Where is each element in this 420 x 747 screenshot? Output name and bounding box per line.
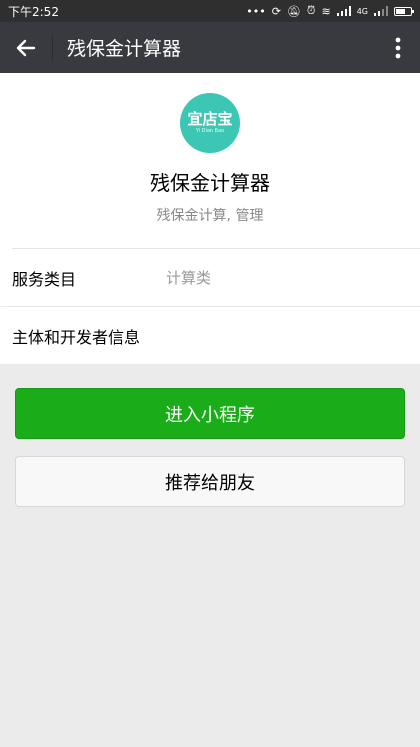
more-button[interactable]	[376, 22, 420, 73]
signal-icon	[336, 6, 351, 16]
recommend-to-friend-button[interactable]: 推荐给朋友	[15, 456, 405, 507]
app-name: 残保金计算器	[150, 171, 270, 195]
signal-icon	[374, 6, 388, 16]
developer-info-label: 主体和开发者信息	[12, 327, 141, 347]
4g-icon: 4G	[356, 6, 368, 16]
status-time: 下午2:52	[8, 4, 59, 19]
status-bar: 下午2:52 ••• ⟳ 🔕︎ ⏰︎ ≋ 4G	[0, 0, 420, 22]
service-category-value: 计算类	[166, 269, 212, 287]
app-profile: 宜店宝 Yi Dian Bao 残保金计算器 残保金计算, 管理	[0, 73, 420, 249]
status-icons: ••• ⟳ 🔕︎ ⏰︎ ≋ 4G	[246, 4, 414, 18]
mute-icon: 🔕︎	[286, 4, 301, 18]
nav-bar: 残保金计算器	[0, 22, 420, 73]
logo-subtext: Yi Dian Bao	[195, 128, 225, 134]
alarm-icon: ⏰︎	[306, 4, 316, 17]
more-vertical-icon	[395, 37, 401, 58]
nav-divider	[52, 34, 53, 61]
logo-text: 宜店宝	[187, 110, 233, 128]
sync-icon: ⟳	[271, 4, 281, 18]
battery-icon	[394, 6, 414, 16]
back-button[interactable]	[0, 22, 52, 73]
enter-miniprogram-button[interactable]: 进入小程序	[15, 388, 405, 439]
developer-info-row[interactable]: 主体和开发者信息	[0, 307, 420, 364]
vibrate-icon: ≋	[321, 4, 331, 18]
back-arrow-icon	[16, 39, 36, 56]
more-dots-icon: •••	[246, 4, 266, 18]
app-description: 残保金计算, 管理	[156, 208, 264, 224]
page-title: 残保金计算器	[67, 38, 182, 60]
service-category-row[interactable]: 服务类目 计算类	[0, 249, 420, 306]
service-category-label: 服务类目	[12, 269, 77, 289]
app-logo: 宜店宝 Yi Dian Bao	[180, 93, 240, 153]
